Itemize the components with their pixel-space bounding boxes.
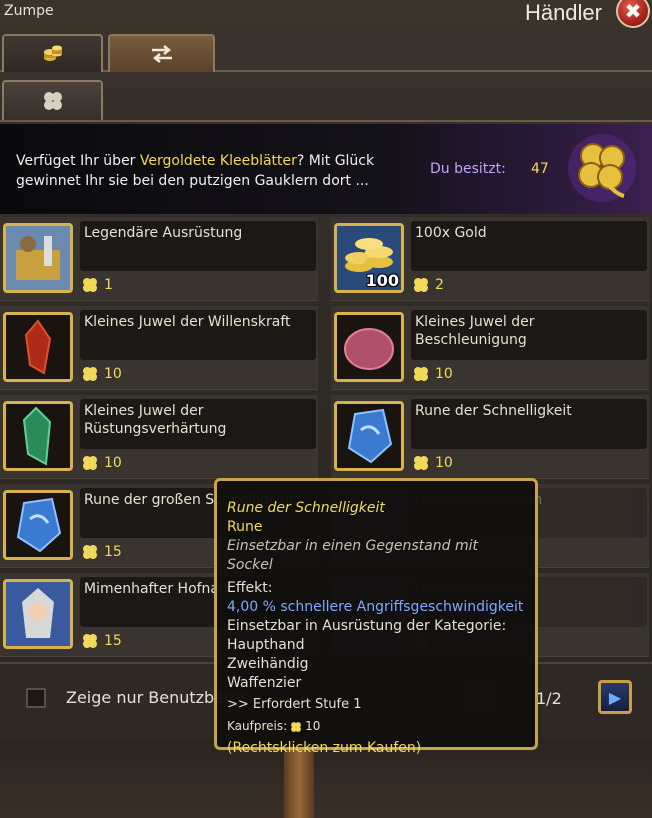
item-tooltip: Rune der Schnelligkeit Rune Einsetzbar i…: [214, 478, 538, 756]
tab-clover[interactable]: [2, 80, 103, 120]
banner-text-part1: Verfüget Ihr über: [16, 153, 140, 169]
tooltip-price-label: Kaufpreis:: [227, 719, 288, 733]
item-price-value: 10: [435, 455, 453, 471]
item-icon-frame[interactable]: [3, 401, 73, 471]
item-name: Kleines Juwel der Willenskraft: [80, 310, 316, 360]
clover-icon: [83, 278, 97, 292]
swap-arrows-icon: [151, 45, 172, 63]
owned-value: 47: [531, 161, 549, 177]
item-price-value: 1: [104, 277, 113, 293]
tooltip-category: Zweihändig: [227, 656, 309, 672]
shop-item-slot[interactable]: Legendäre Ausrüstung 1: [0, 217, 318, 301]
item-price: 2: [411, 275, 444, 295]
item-price: 10: [411, 364, 453, 384]
item-name: Legendäre Ausrüstung: [80, 221, 316, 271]
sub-tab-bar: [0, 78, 652, 122]
merchant-window: Zumpe Händler ✖ Verfüget Ihr über Vergol…: [0, 0, 652, 818]
item-price: 15: [80, 631, 122, 651]
armor-set-icon: [6, 226, 70, 290]
pink-jewel-icon: [337, 315, 401, 379]
banner-text: Verfüget Ihr über Vergoldete Kleeblätter…: [16, 151, 416, 191]
item-icon-frame[interactable]: 100: [334, 223, 404, 293]
shop-item-slot[interactable]: Kleines Juwel der Beschleunigung 10: [331, 306, 649, 390]
item-name: 100x Gold: [411, 221, 647, 271]
clover-icon: [291, 721, 302, 732]
clover-icon: [43, 92, 62, 110]
item-quantity: 100: [365, 271, 399, 290]
item-name: Rune der Schnelligkeit: [411, 399, 647, 449]
tooltip-category: Haupthand: [227, 637, 305, 653]
blue-rune-icon: [6, 493, 70, 557]
tooltip-description: Einsetzbar in einen Gegenstand mit Socke…: [227, 538, 478, 573]
item-price-value: 10: [435, 366, 453, 382]
close-button[interactable]: ✖: [616, 0, 650, 28]
item-icon-frame[interactable]: [3, 579, 73, 649]
tab-coins[interactable]: [2, 34, 103, 72]
red-jewel-icon: [6, 315, 70, 379]
clover-icon: [414, 367, 428, 381]
owned-label: Du besitzt:: [430, 161, 506, 177]
item-price: 10: [80, 364, 122, 384]
tooltip-requirement: >> Erfordert Stufe 1: [227, 697, 362, 712]
shop-item-slot[interactable]: 100 100x Gold 2: [331, 217, 649, 301]
item-price: 1: [80, 275, 113, 295]
item-name: Kleines Juwel der Beschleunigung: [411, 310, 647, 360]
main-tab-bar: [0, 30, 652, 72]
golden-clover-icon: [568, 134, 636, 202]
item-price-value: 10: [104, 455, 122, 471]
clover-info-banner: Verfüget Ihr über Vergoldete Kleeblätter…: [0, 124, 652, 214]
tooltip-title: Rune der Schnelligkeit: [227, 500, 385, 516]
tooltip-effect-label: Effekt:: [227, 580, 273, 596]
page-indicator: 1/2: [536, 689, 562, 708]
tooltip-type: Rune: [227, 519, 263, 535]
clover-icon: [83, 634, 97, 648]
window-header: Zumpe Händler ✖: [0, 0, 652, 28]
usable-only-checkbox[interactable]: [26, 688, 46, 708]
item-name: Kleines Juwel der Rüstungsverhärtung: [80, 399, 316, 449]
item-price-value: 2: [435, 277, 444, 293]
tooltip-effect-value: 4,00 % schnellere Angriffsgeschwindigkei…: [227, 599, 524, 615]
tab-trade[interactable]: [108, 34, 215, 72]
item-price: 10: [80, 453, 122, 473]
coins-icon: [43, 45, 62, 61]
jester-icon: [6, 582, 70, 646]
clover-icon: [83, 545, 97, 559]
item-price-value: 15: [104, 633, 122, 649]
tooltip-buy-hint: (Rechtsklicken zum Kaufen): [227, 740, 422, 756]
next-page-button[interactable]: ▶: [598, 680, 632, 714]
item-price: 10: [411, 453, 453, 473]
player-name: Zumpe: [4, 3, 54, 19]
shop-item-slot[interactable]: Rune der Schnelligkeit 10: [331, 395, 649, 479]
clover-icon: [83, 456, 97, 470]
item-icon-frame[interactable]: [334, 401, 404, 471]
tooltip-price: Kaufpreis: 10: [227, 717, 525, 736]
shop-item-slot[interactable]: Kleines Juwel der Willenskraft 10: [0, 306, 318, 390]
tooltip-category-label: Einsetzbar in Ausrüstung der Kategorie:: [227, 618, 507, 634]
item-price: 15: [80, 542, 122, 562]
item-price-value: 10: [104, 366, 122, 382]
banner-highlight: Vergoldete Kleeblätter: [139, 153, 297, 169]
tooltip-category: Waffenzier: [227, 675, 302, 691]
item-price-value: 15: [104, 544, 122, 560]
green-jewel-icon: [6, 404, 70, 468]
tooltip-price-value: 10: [305, 719, 321, 733]
window-title: Händler: [524, 0, 602, 25]
clover-icon: [414, 278, 428, 292]
item-icon-frame[interactable]: [3, 490, 73, 560]
clover-icon: [414, 456, 428, 470]
blue-rune-icon: [337, 404, 401, 468]
item-icon-frame[interactable]: [3, 312, 73, 382]
item-icon-frame[interactable]: [334, 312, 404, 382]
shop-item-slot[interactable]: Kleines Juwel der Rüstungsverhärtung 10: [0, 395, 318, 479]
item-icon-frame[interactable]: [3, 223, 73, 293]
clover-icon: [83, 367, 97, 381]
